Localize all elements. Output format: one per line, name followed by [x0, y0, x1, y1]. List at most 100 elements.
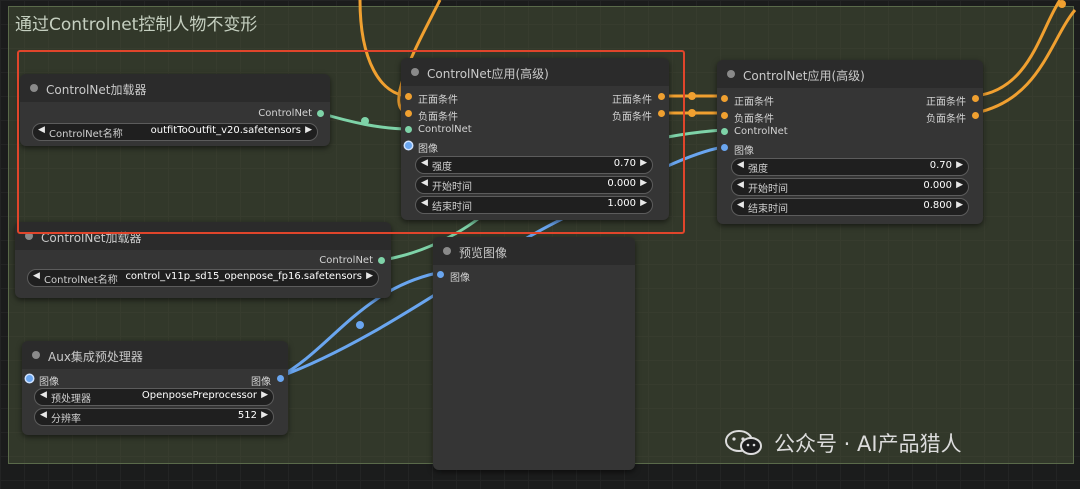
node-header[interactable]: 预览图像: [433, 237, 635, 265]
arrow-left-icon[interactable]: ◀: [421, 198, 428, 208]
output-pin-icon[interactable]: [378, 257, 385, 264]
node-header[interactable]: ControlNet加载器: [20, 74, 330, 102]
input-pin-icon[interactable]: [721, 128, 728, 135]
widget-label: 强度: [748, 164, 768, 175]
collapse-dot-icon[interactable]: [30, 84, 38, 92]
arrow-left-icon[interactable]: ◀: [38, 125, 45, 135]
start-time-slider[interactable]: ◀ 开始时间 0.000 ▶: [731, 178, 969, 196]
arrow-right-icon[interactable]: ▶: [956, 160, 963, 170]
output-slot-controlnet[interactable]: ControlNet: [258, 108, 324, 119]
slot-label: 图像: [39, 377, 59, 388]
slot-label: ControlNet: [319, 255, 373, 266]
slot-label: 正面条件: [926, 97, 966, 108]
input-pin-icon[interactable]: [721, 144, 728, 151]
widget-value: 0.000: [607, 178, 636, 189]
input-slot-positive[interactable]: 正面条件: [721, 93, 774, 108]
controlnet-name-combo[interactable]: ◀ ControlNet名称 outfitToOutfit_v20.safete…: [32, 123, 318, 141]
input-pin-icon[interactable]: [405, 110, 412, 117]
input-slot-positive[interactable]: 正面条件: [405, 91, 458, 106]
output-pin-icon[interactable]: [658, 93, 665, 100]
input-pin-icon[interactable]: [721, 95, 728, 102]
arrow-left-icon[interactable]: ◀: [40, 390, 47, 400]
input-pin-icon[interactable]: [26, 375, 33, 382]
input-slot-controlnet[interactable]: ControlNet: [721, 126, 788, 137]
node-header[interactable]: ControlNet加载器: [15, 222, 391, 250]
strength-slider[interactable]: ◀ 强度 0.70 ▶: [415, 156, 653, 174]
node-title: ControlNet加载器: [41, 231, 142, 245]
node-title: ControlNet应用(高级): [427, 67, 549, 81]
end-time-slider[interactable]: ◀ 结束时间 1.000 ▶: [415, 196, 653, 214]
widget-label: 开始时间: [748, 184, 788, 195]
node-title: Aux集成预处理器: [48, 350, 143, 364]
output-slot-negative[interactable]: 负面条件: [612, 108, 665, 123]
output-slot-controlnet[interactable]: ControlNet: [319, 255, 385, 266]
output-pin-icon[interactable]: [658, 110, 665, 117]
arrow-left-icon[interactable]: ◀: [737, 160, 744, 170]
node-header[interactable]: ControlNet应用(高级): [401, 58, 669, 86]
output-pin-icon[interactable]: [317, 110, 324, 117]
collapse-dot-icon[interactable]: [727, 70, 735, 78]
input-slot-image[interactable]: 图像: [437, 269, 470, 284]
node-header[interactable]: Aux集成预处理器: [22, 341, 288, 369]
controlnet-name-combo[interactable]: ◀ ControlNet名称 control_v11p_sd15_openpos…: [27, 269, 379, 287]
arrow-left-icon[interactable]: ◀: [40, 410, 47, 420]
arrow-right-icon[interactable]: ▶: [305, 125, 312, 135]
controlnet-apply-node-1[interactable]: ControlNet应用(高级) 正面条件 负面条件 ControlNet 图像…: [401, 58, 669, 220]
slot-label: ControlNet: [734, 126, 788, 137]
arrow-right-icon[interactable]: ▶: [640, 158, 647, 168]
widget-value: 0.70: [929, 160, 952, 171]
widget-value: OpenposePreprocessor: [141, 390, 257, 401]
output-slot-positive[interactable]: 正面条件: [612, 91, 665, 106]
output-slot-positive[interactable]: 正面条件: [926, 93, 979, 108]
strength-slider[interactable]: ◀ 强度 0.70 ▶: [731, 158, 969, 176]
input-pin-icon[interactable]: [405, 142, 412, 149]
arrow-right-icon[interactable]: ▶: [366, 271, 373, 281]
collapse-dot-icon[interactable]: [411, 68, 419, 76]
collapse-dot-icon[interactable]: [25, 232, 33, 240]
aux-preprocessor-node[interactable]: Aux集成预处理器 图像 图像 ◀ 预处理器 OpenposePreproces…: [22, 341, 288, 435]
widget-label: 预处理器: [51, 394, 91, 405]
output-pin-icon[interactable]: [277, 375, 284, 382]
arrow-left-icon[interactable]: ◀: [737, 180, 744, 190]
output-slot-negative[interactable]: 负面条件: [926, 110, 979, 125]
input-slot-image[interactable]: 图像: [721, 142, 754, 157]
slot-label: ControlNet: [258, 108, 312, 119]
node-header[interactable]: ControlNet应用(高级): [717, 60, 983, 88]
arrow-right-icon[interactable]: ▶: [956, 200, 963, 210]
output-pin-icon[interactable]: [972, 95, 979, 102]
output-pin-icon[interactable]: [972, 112, 979, 119]
arrow-left-icon[interactable]: ◀: [33, 271, 40, 281]
input-slot-image[interactable]: 图像: [405, 140, 438, 155]
input-slot-negative[interactable]: 负面条件: [405, 108, 458, 123]
widget-label: 开始时间: [432, 182, 472, 193]
arrow-right-icon[interactable]: ▶: [640, 178, 647, 188]
arrow-right-icon[interactable]: ▶: [261, 390, 268, 400]
arrow-right-icon[interactable]: ▶: [956, 180, 963, 190]
input-pin-icon[interactable]: [405, 93, 412, 100]
resolution-slider[interactable]: ◀ 分辨率 512 ▶: [34, 408, 274, 426]
controlnet-apply-node-2[interactable]: ControlNet应用(高级) 正面条件 负面条件 ControlNet 图像…: [717, 60, 983, 224]
output-slot-image[interactable]: 图像: [251, 373, 284, 388]
arrow-left-icon[interactable]: ◀: [421, 158, 428, 168]
preview-image-node[interactable]: 预览图像 图像: [433, 237, 635, 470]
slot-label: ControlNet: [418, 124, 472, 135]
start-time-slider[interactable]: ◀ 开始时间 0.000 ▶: [415, 176, 653, 194]
arrow-right-icon[interactable]: ▶: [640, 198, 647, 208]
preprocessor-combo[interactable]: ◀ 预处理器 OpenposePreprocessor ▶: [34, 388, 274, 406]
input-pin-icon[interactable]: [721, 112, 728, 119]
controlnet-loader-node-1[interactable]: ControlNet加载器 ControlNet ◀ ControlNet名称 …: [20, 74, 330, 146]
input-slot-controlnet[interactable]: ControlNet: [405, 124, 472, 135]
input-slot-image[interactable]: 图像: [26, 373, 59, 388]
slot-label: 图像: [251, 377, 271, 388]
watermark-label: 公众号 · AI产品猎人: [774, 432, 962, 456]
controlnet-loader-node-2[interactable]: ControlNet加载器 ControlNet ◀ ControlNet名称 …: [15, 222, 391, 298]
input-slot-negative[interactable]: 负面条件: [721, 110, 774, 125]
collapse-dot-icon[interactable]: [32, 351, 40, 359]
arrow-right-icon[interactable]: ▶: [261, 410, 268, 420]
end-time-slider[interactable]: ◀ 结束时间 0.800 ▶: [731, 198, 969, 216]
arrow-left-icon[interactable]: ◀: [421, 178, 428, 188]
input-pin-icon[interactable]: [405, 126, 412, 133]
arrow-left-icon[interactable]: ◀: [737, 200, 744, 210]
input-pin-icon[interactable]: [437, 271, 444, 278]
collapse-dot-icon[interactable]: [443, 247, 451, 255]
